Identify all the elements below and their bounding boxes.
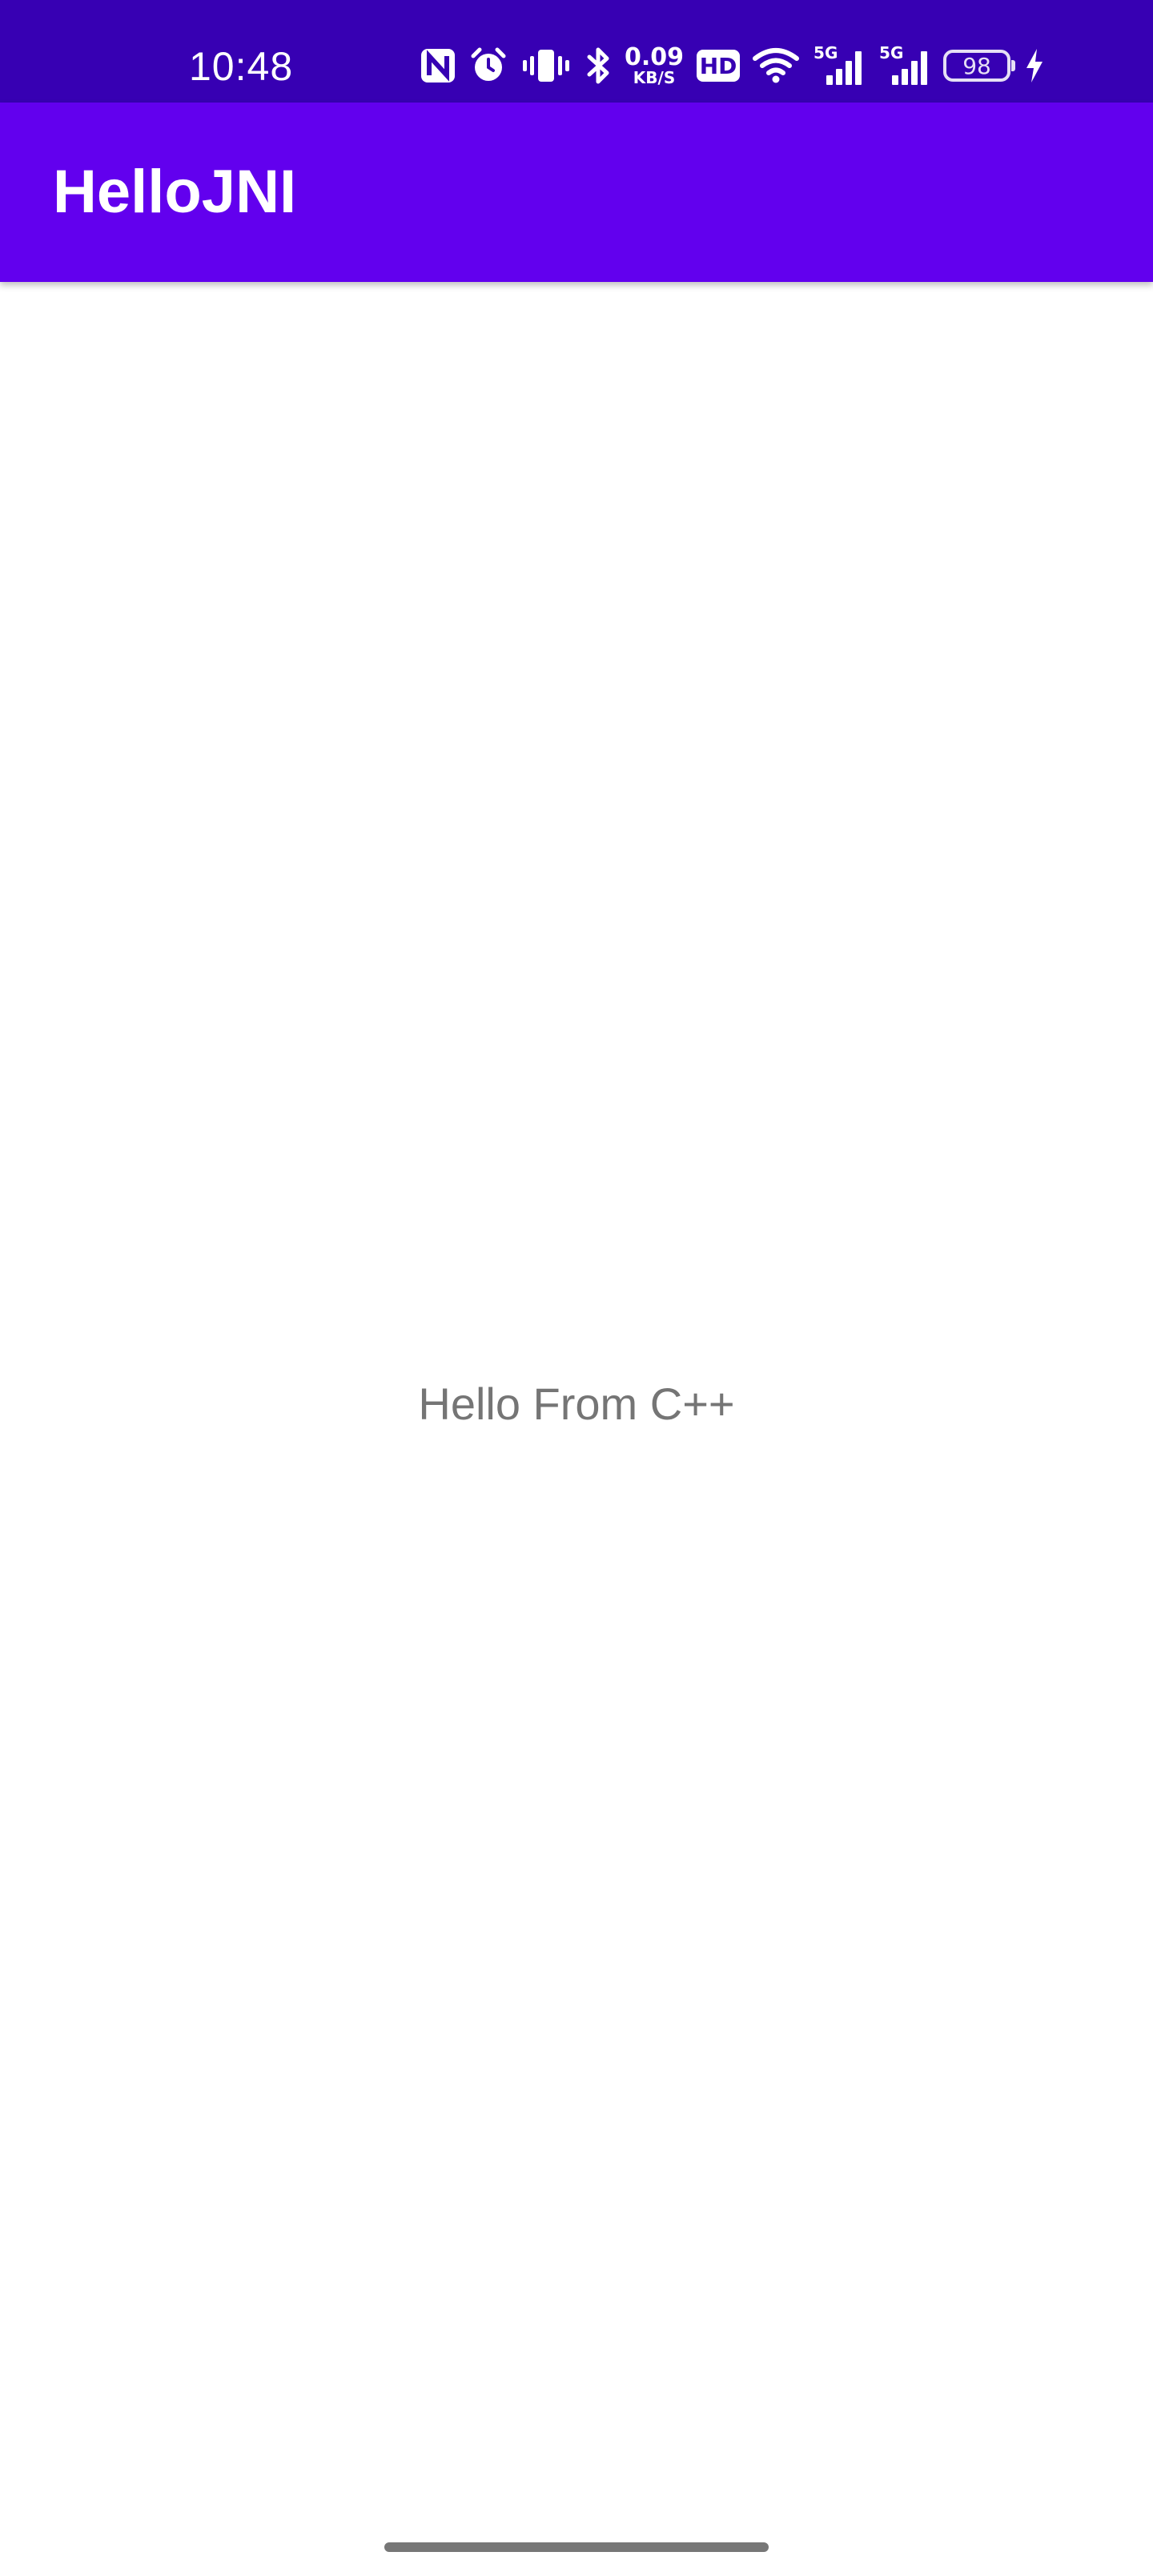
network-speed-unit: KB/S xyxy=(633,68,676,87)
signal-icon: 5G xyxy=(878,42,930,90)
hd-voice-icon: HD xyxy=(697,42,741,90)
network-speed: 0.09 KB/S xyxy=(625,42,684,90)
app-title: HelloJNI xyxy=(53,158,297,226)
hello-message: Hello From C++ xyxy=(418,1379,735,1429)
gesture-navigation-bar[interactable] xyxy=(384,2542,769,2552)
main-content: Hello From C++ xyxy=(0,282,1153,2576)
bluetooth-icon xyxy=(585,42,612,90)
battery-level: 98 xyxy=(962,52,991,79)
status-time: 10:48 xyxy=(189,44,294,89)
alarm-icon xyxy=(469,42,508,90)
status-bar: 10:48 0.09 KB/S HD 5G 5G 98 xyxy=(0,0,1153,103)
charging-icon xyxy=(1023,42,1046,90)
hd-label: HD xyxy=(697,50,741,82)
vibrate-icon xyxy=(520,42,572,90)
network-speed-value: 0.09 xyxy=(625,43,685,71)
signal-icon: 5G xyxy=(812,42,865,90)
battery-icon: 98 xyxy=(943,50,1016,82)
status-icons: 0.09 KB/S HD 5G 5G 98 xyxy=(420,42,1059,90)
nfc-icon xyxy=(420,42,456,90)
app-bar: HelloJNI xyxy=(0,103,1153,282)
wifi-icon xyxy=(753,42,800,90)
